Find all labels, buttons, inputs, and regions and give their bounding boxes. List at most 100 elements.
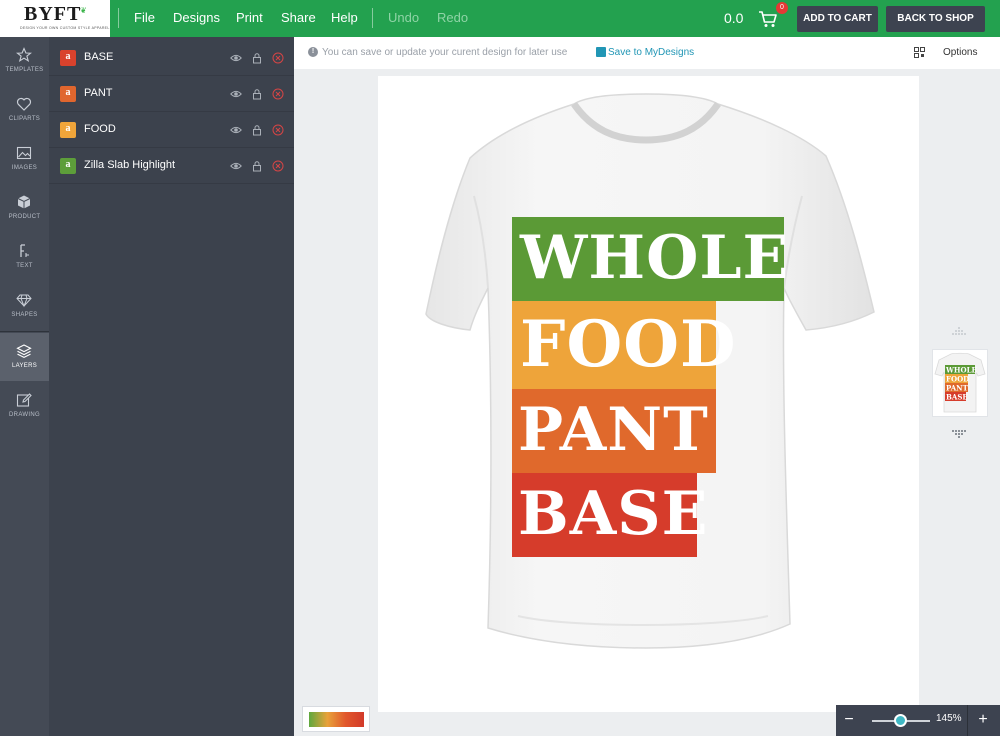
layer-text-icon: a [60,50,76,66]
thumb-word: WHOLE [945,366,977,375]
design-word-food: FOOD [520,307,737,382]
rail-item-product[interactable]: PRODUCT [0,184,49,232]
layers-icon [16,344,32,359]
thumb-word: BASE [946,393,968,402]
redo-button[interactable]: Redo [437,10,468,25]
food-text-band[interactable]: FOOD [512,301,735,389]
cube-icon [17,195,31,209]
layer-row-base[interactable]: a BASE [49,40,294,76]
zoom-level: 145% [936,713,962,724]
tool-rail: TEMPLATES CLIPARTS IMAGES PRODUCT TEXT S… [0,37,49,736]
thumbnail-down-arrow-icon[interactable] [948,428,970,442]
thumb-word: PANT [946,384,969,393]
layer-text-icon: a [60,86,76,102]
lock-icon[interactable] [251,124,263,136]
diamond-icon [16,294,32,308]
lock-icon[interactable] [251,160,263,172]
layer-row-food[interactable]: a FOOD [49,112,294,148]
design-word-whole: WHOLE [520,223,790,293]
lock-icon[interactable] [251,88,263,100]
thumbnail-up-arrow-icon[interactable] [948,326,970,340]
pencil-icon [16,393,32,407]
whole-text-band[interactable]: WHOLE [512,217,788,301]
star-icon [16,47,32,63]
delete-icon[interactable] [272,124,284,136]
delete-icon[interactable] [272,88,284,100]
heart-icon [16,97,32,111]
qr-code-icon[interactable] [914,47,925,58]
menu-help[interactable]: Help [331,10,358,25]
layer-name: BASE [84,51,114,63]
zoom-out-button[interactable]: − [838,705,860,736]
cart-icon[interactable] [758,9,778,29]
rail-divider [0,331,49,332]
thumbnail-shirt-image: WHOLE FOOD PANT BASE [934,352,986,413]
rail-item-drawing[interactable]: DRAWING [0,382,49,430]
menu-divider [372,8,373,28]
zoom-in-button[interactable]: + [972,705,994,736]
rail-item-layers[interactable]: LAYERS [0,333,49,381]
rail-label: TEMPLATES [5,67,44,73]
rail-label: PRODUCT [8,214,41,220]
layers-panel: a BASE a PANT a FOOD a Zilla Slab Highli… [49,37,294,736]
eye-icon[interactable] [230,88,242,100]
back-to-shop-button[interactable]: BACK TO SHOP [886,6,985,32]
save-to-mydesigns-link[interactable]: Save to MyDesigns [608,47,694,58]
rail-item-cliparts[interactable]: CLIPARTS [0,86,49,134]
rail-label: IMAGES [11,165,38,171]
rail-item-shapes[interactable]: SHAPES [0,282,49,330]
zoom-slider-handle[interactable] [894,714,907,727]
logo-leaf-icon: ❦ [80,6,87,15]
cart-count-badge: 0 [776,2,788,14]
menu-designs[interactable]: Designs [173,10,220,25]
delete-icon[interactable] [272,160,284,172]
image-icon [16,146,32,160]
info-icon: ! [308,47,318,57]
color-palette-swatch[interactable] [302,706,370,732]
eye-icon[interactable] [230,124,242,136]
lock-icon[interactable] [251,52,263,64]
add-to-cart-button[interactable]: ADD TO CART [797,6,878,32]
rail-item-templates[interactable]: TEMPLATES [0,37,49,85]
logo-text: BYFT [24,3,82,25]
rail-item-text[interactable]: TEXT [0,233,49,281]
delete-icon[interactable] [272,52,284,64]
eye-icon[interactable] [230,52,242,64]
menu-print[interactable]: Print [236,10,263,25]
layer-name: Zilla Slab Highlight [84,159,176,171]
menu-file[interactable]: File [134,10,155,25]
menu-divider [118,8,119,28]
design-word-base: BASE [518,479,709,549]
layer-name: PANT [84,87,113,99]
layer-text-icon: a [60,122,76,138]
options-button[interactable]: Options [943,47,977,58]
eye-icon[interactable] [230,160,242,172]
logo-tagline: DESIGN YOUR OWN CUSTOM STYLE APPAREL [20,26,110,30]
thumb-word: FOOD [946,375,969,384]
layer-name: FOOD [84,123,116,135]
logo[interactable]: BYFT ❦ DESIGN YOUR OWN CUSTOM STYLE APPA… [0,0,110,37]
zoom-control: − 145% + [836,705,1000,736]
layer-row-zilla-slab-highlight[interactable]: a Zilla Slab Highlight [49,148,294,184]
rail-label: DRAWING [9,412,40,418]
menu-share[interactable]: Share [281,10,316,25]
rail-label: CLIPARTS [8,116,41,122]
product-thumbnail[interactable]: WHOLE FOOD PANT BASE [932,349,988,417]
base-text-band[interactable]: BASE [512,473,707,557]
pant-text-band[interactable]: PANT [512,389,716,473]
text-icon [20,244,29,257]
save-hint-text: You can save or update your curent desig… [322,47,568,58]
rail-item-images[interactable]: IMAGES [0,135,49,183]
color-gradient-preview [309,712,364,727]
undo-button[interactable]: Undo [388,10,419,25]
layer-text-icon: a [60,158,76,174]
rail-label: LAYERS [11,363,38,369]
top-bar: BYFT ❦ DESIGN YOUR OWN CUSTOM STYLE APPA… [0,0,1000,37]
layer-row-pant[interactable]: a PANT [49,76,294,112]
floppy-disk-icon[interactable] [596,47,606,57]
design-canvas[interactable]: WHOLE FOOD PANT BASE [378,76,919,712]
rail-label: SHAPES [11,312,38,318]
rail-label: TEXT [16,263,33,269]
info-bar: ! You can save or update your curent des… [294,37,1000,69]
design-word-pant: PANT [518,395,709,465]
